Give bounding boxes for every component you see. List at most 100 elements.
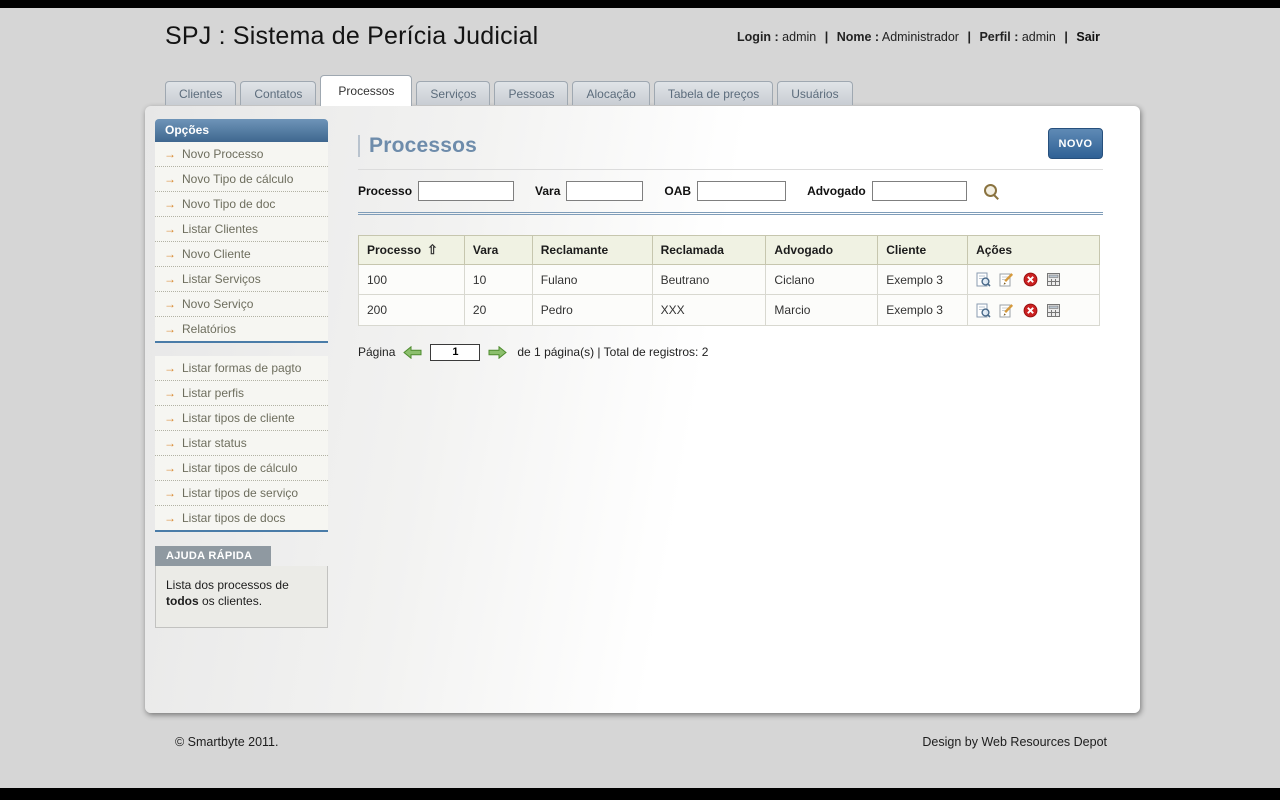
sidebar-item-novo-cliente[interactable]: → Novo Cliente: [155, 242, 328, 267]
search-icon[interactable]: [983, 183, 1000, 200]
separator: |: [967, 30, 971, 44]
view-icon[interactable]: [976, 272, 991, 287]
filter-row: Processo Vara OAB Advogado: [358, 181, 1103, 215]
logout-link[interactable]: Sair: [1076, 30, 1100, 44]
cell-advogado: Ciclano: [766, 265, 878, 295]
col-header-vara[interactable]: Vara: [464, 236, 532, 265]
sidebar-item-listar-formas-de-pagto[interactable]: → Listar formas de pagto: [155, 356, 328, 381]
delete-icon[interactable]: [1023, 303, 1038, 318]
sidebar-item-listar-perfis[interactable]: → Listar perfis: [155, 381, 328, 406]
login-label: Login :: [737, 30, 779, 44]
title-accent-bar: [358, 135, 360, 157]
pagination-label: Página: [358, 345, 395, 359]
arrow-icon: →: [164, 198, 176, 210]
col-header-processo[interactable]: Processo ⇧: [359, 236, 465, 265]
sidebar-item-novo-processo[interactable]: → Novo Processo: [155, 142, 328, 167]
sidebar-item-label: Listar tipos de cliente: [182, 411, 295, 425]
page-number-input[interactable]: [430, 344, 480, 361]
col-header-reclamante[interactable]: Reclamante: [532, 236, 652, 265]
help-text-bold: todos: [166, 594, 199, 608]
delete-icon[interactable]: [1023, 272, 1038, 287]
cell-reclamante: Pedro: [532, 295, 652, 325]
help-text: Lista dos processos de: [166, 578, 289, 592]
cell-reclamada: Beutrano: [652, 265, 766, 295]
sidebar-item-listar-status[interactable]: → Listar status: [155, 431, 328, 456]
sidebar-item-label: Listar status: [182, 436, 247, 450]
tab-usuarios[interactable]: Usuários: [777, 81, 852, 105]
sidebar-item-relatorios[interactable]: → Relatórios: [155, 317, 328, 341]
filter-processo-label: Processo: [358, 184, 412, 198]
sidebar-item-novo-servico[interactable]: → Novo Serviço: [155, 292, 328, 317]
pagination-info: de 1 página(s) | Total de registros: 2: [517, 345, 708, 359]
tab-clientes[interactable]: Clientes: [165, 81, 236, 105]
arrow-icon: →: [164, 412, 176, 424]
app-title: SPJ : Sistema de Perícia Judicial: [165, 22, 538, 51]
filter-advogado-input[interactable]: [872, 181, 967, 201]
sidebar-item-listar-tipos-de-calculo[interactable]: → Listar tipos de cálculo: [155, 456, 328, 481]
sidebar-item-listar-tipos-de-docs[interactable]: → Listar tipos de docs: [155, 506, 328, 530]
col-header-cliente[interactable]: Cliente: [878, 236, 968, 265]
tab-alocacao[interactable]: Alocação: [572, 81, 649, 105]
tab-contatos[interactable]: Contatos: [240, 81, 316, 105]
footer-copyright: © Smartbyte 2011.: [175, 735, 278, 749]
cell-cliente: Exemplo 3: [878, 295, 968, 325]
edit-icon[interactable]: [999, 303, 1014, 318]
col-header-reclamada[interactable]: Reclamada: [652, 236, 766, 265]
sidebar-item-listar-clientes[interactable]: → Listar Clientes: [155, 217, 328, 242]
sidebar-menu-primary: → Novo Processo → Novo Tipo de cálculo →…: [155, 142, 328, 343]
tab-processos[interactable]: Processos: [320, 75, 412, 106]
filter-processo-input[interactable]: [418, 181, 514, 201]
page-title: Processos: [369, 134, 477, 158]
filter-advogado-label: Advogado: [807, 184, 866, 198]
edit-icon[interactable]: [999, 272, 1014, 287]
user-bar: Login : admin | Nome : Administrador | P…: [737, 30, 1100, 44]
sidebar-item-listar-tipos-de-cliente[interactable]: → Listar tipos de cliente: [155, 406, 328, 431]
arrow-icon: →: [164, 487, 176, 499]
cell-acoes: [968, 295, 1100, 325]
sidebar-options-header: Opções: [155, 119, 328, 142]
table-header-row: Processo ⇧ Vara Reclamante Reclamada Advo…: [359, 236, 1100, 265]
cell-acoes: [968, 265, 1100, 295]
sidebar-item-label: Relatórios: [182, 322, 236, 336]
sidebar-item-label: Listar Clientes: [182, 222, 258, 236]
sidebar-item-label: Listar Serviços: [182, 272, 261, 286]
sort-asc-icon[interactable]: ⇧: [427, 242, 438, 257]
view-icon[interactable]: [976, 303, 991, 318]
novo-button[interactable]: NOVO: [1048, 128, 1103, 159]
main-content: Processos NOVO Processo Vara OAB Advogad…: [358, 128, 1103, 361]
cell-processo: 100: [359, 265, 465, 295]
arrow-icon: →: [164, 223, 176, 235]
help-text: os clientes.: [199, 594, 262, 608]
processos-table: Processo ⇧ Vara Reclamante Reclamada Advo…: [358, 235, 1100, 326]
sidebar-item-novo-tipo-de-calculo[interactable]: → Novo Tipo de cálculo: [155, 167, 328, 192]
col-header-label: Processo: [367, 243, 421, 257]
sidebar-item-label: Novo Processo: [182, 147, 263, 161]
sidebar: Opções → Novo Processo → Novo Tipo de cá…: [155, 119, 328, 628]
tab-servicos[interactable]: Serviços: [416, 81, 490, 105]
tab-pessoas[interactable]: Pessoas: [494, 81, 568, 105]
perfil-value: admin: [1022, 30, 1056, 44]
col-header-advogado[interactable]: Advogado: [766, 236, 878, 265]
separator: |: [1064, 30, 1068, 44]
sidebar-item-label: Listar tipos de docs: [182, 511, 285, 525]
prev-page-icon[interactable]: [403, 346, 422, 359]
tab-tabela-de-precos[interactable]: Tabela de preços: [654, 81, 773, 105]
cell-advogado: Marcio: [766, 295, 878, 325]
sidebar-item-label: Listar tipos de serviço: [182, 486, 298, 500]
filter-vara-input[interactable]: [566, 181, 643, 201]
arrow-icon: →: [164, 362, 176, 374]
sidebar-item-listar-servicos[interactable]: → Listar Serviços: [155, 267, 328, 292]
sidebar-item-listar-tipos-de-servico[interactable]: → Listar tipos de serviço: [155, 481, 328, 506]
filter-oab-input[interactable]: [697, 181, 786, 201]
quick-help-box: Lista dos processos de todos os clientes…: [155, 566, 328, 628]
calculator-icon[interactable]: [1046, 303, 1061, 318]
next-page-icon[interactable]: [488, 346, 507, 359]
sidebar-item-novo-tipo-de-doc[interactable]: → Novo Tipo de doc: [155, 192, 328, 217]
calculator-icon[interactable]: [1046, 272, 1061, 287]
cell-processo: 200: [359, 295, 465, 325]
sidebar-item-label: Listar tipos de cálculo: [182, 461, 297, 475]
title-row: Processos NOVO: [358, 128, 1103, 170]
cell-vara: 10: [464, 265, 532, 295]
main-tabs: Clientes Contatos Processos Serviços Pes…: [165, 75, 853, 105]
separator: |: [825, 30, 829, 44]
